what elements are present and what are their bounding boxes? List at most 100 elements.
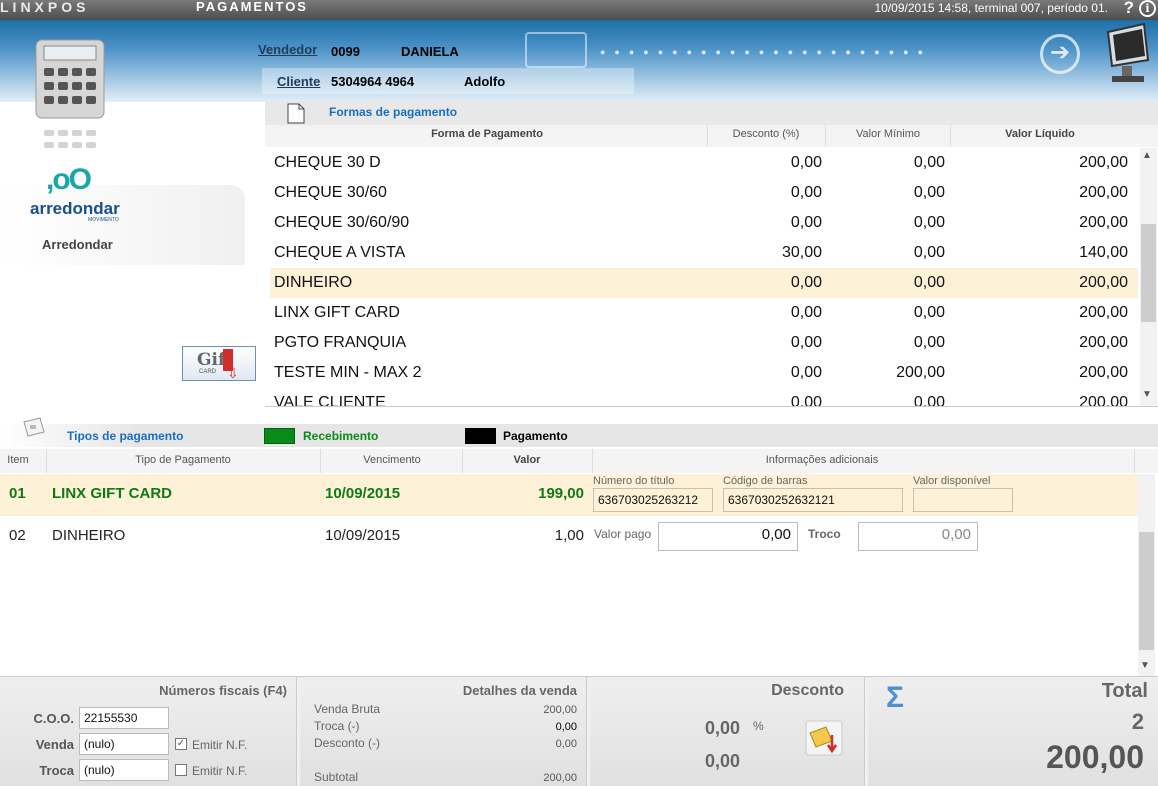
tipo-name: LINX GIFT CARD [52,485,172,502]
scroll-thumb[interactable] [1139,532,1154,650]
codigo-barras-field[interactable]: 6367030252632121 [723,488,903,512]
cliente-label: Cliente [277,74,321,89]
col-valor: Valor [513,454,541,466]
title-bar: LINXPOS PAGAMENTOS 10/09/2015 14:58, ter… [0,0,1158,20]
minimo-value: 200,00 [896,364,945,381]
vendedor-code: 0099 [331,44,360,59]
help-icon[interactable]: ? [1124,0,1134,18]
cliente-code: 5304964 4964 [331,74,415,89]
tipo-name: DINHEIRO [52,527,126,544]
troco-field[interactable]: 0,00 [858,522,978,551]
table-row[interactable]: 01 LINX GIFT CARD 10/09/2015 199,00 Núme… [0,474,1138,516]
tipos-scrollbar[interactable]: ▼ [1138,474,1155,676]
table-row[interactable]: CHEQUE A VISTA 30,00 0,00 140,00 [270,238,1138,268]
total-title: Total [1101,680,1148,702]
arredondar-label[interactable]: Arredondar [42,237,113,252]
troca-value: 0,00 [555,721,577,733]
forma-name: PGTO FRANQUIA [274,334,407,351]
col-separator [462,449,463,473]
col-forma: Forma de Pagamento [431,128,543,140]
info-icon[interactable]: i [1139,0,1156,17]
vendedor-label: Vendedor [258,42,318,57]
desconto-value: 0,00 [790,184,822,201]
table-row[interactable]: CHEQUE 30/60 0,00 0,00 200,00 [270,178,1138,208]
calculator-icon [35,39,105,119]
percent-sign: % [753,719,764,733]
liquido-value: 200,00 [1079,304,1128,321]
liquido-value: 200,00 [1079,214,1128,231]
valor-disponivel-field[interactable] [913,488,1013,512]
venda-field[interactable]: (nulo) [79,733,169,755]
venda-label: Venda [35,737,74,752]
minimo-value: 0,00 [913,244,945,261]
col-separator [1134,449,1135,473]
divider [265,406,1158,407]
cliente-name: Adolfo [464,74,506,89]
venda-emitir-checkbox[interactable]: ✓ [175,738,187,750]
next-arrow-icon[interactable]: ➔ [1040,34,1080,74]
troca-emitir-checkbox[interactable] [175,764,187,776]
arredondar-button[interactable]: ,oO arredondar MOVIMENTO [30,163,140,227]
gift-card-sub: CARD [199,369,217,375]
numero-titulo-field[interactable]: 636703025263212 [593,488,713,512]
desconto-panel: Desconto 0,00 % 0,00 [590,677,865,786]
formas-list: CHEQUE 30 D 0,00 0,00 200,00 CHEQUE 30/60 0,0… [265,148,1140,406]
scroll-down-icon[interactable]: ▼ [1142,389,1152,400]
troca-field[interactable]: (nulo) [79,759,169,781]
desconto-value: 0,00 [555,738,577,750]
minimo-value: 0,00 [913,214,945,231]
minimo-value: 0,00 [913,154,945,171]
table-row[interactable]: CHEQUE 30 D 0,00 0,00 200,00 [270,148,1138,178]
desconto-value: 30,00 [781,244,822,261]
codigo-barras-label: Código de barras [723,475,808,487]
table-row[interactable]: TESTE MIN - MAX 2 0,00 200,00 200,00 [270,358,1138,388]
valor-pago-field[interactable]: 0,00 [658,522,798,551]
col-separator [46,449,47,473]
formas-scrollbar[interactable]: ▲ ▼ [1140,148,1157,406]
gift-card-button[interactable]: Gift CARD ⇩ [182,346,256,381]
scroll-down-icon[interactable]: ▼ [1140,660,1150,671]
desconto-value: 0,00 [790,334,822,351]
minimo-value: 0,00 [913,304,945,321]
forma-name: CHEQUE A VISTA [274,244,406,261]
col-separator [592,449,593,473]
table-row[interactable]: 02 DINHEIRO 10/09/2015 1,00 Valor pago 0… [0,516,1138,558]
arredondar-sub: MOVIMENTO [88,217,119,223]
scroll-up-icon[interactable]: ▲ [1142,150,1152,161]
total-items: 2 [1131,709,1144,734]
col-tipo: Tipo de Pagamento [135,454,231,466]
desconto-button[interactable] [804,719,844,757]
desconto-value: 0,00 [790,214,822,231]
fiscais-title: Números fiscais (F4) [159,683,287,698]
minimo-value: 0,00 [913,274,945,291]
coo-label: C.O.O. [33,711,74,726]
liquido-value: 200,00 [1079,184,1128,201]
arredondar-brand: arredondar [30,199,120,218]
valor-disponivel-label: Valor disponível [913,475,991,487]
scroll-thumb[interactable] [1141,224,1156,322]
desconto-percent: 0,00 [705,718,741,738]
col-liquido: Valor Líquido [1005,128,1075,140]
table-row[interactable]: LINX GIFT CARD 0,00 0,00 200,00 [270,298,1138,328]
app-logo: LINXPOS [0,0,90,15]
valor-value: 199,00 [538,485,584,502]
formas-header: Formas de pagamento [265,101,1158,125]
table-row[interactable]: CHEQUE 30/60/90 0,00 0,00 200,00 [270,208,1138,238]
troco-label: Troco [808,527,841,541]
numero-titulo-label: Número do título [593,475,675,487]
valor-pago-label: Valor pago [594,527,652,541]
table-row[interactable]: DINHEIRO 0,00 0,00 200,00 [270,268,1138,298]
table-row[interactable]: VALE CLIENTE 0,00 0,00 200,00 [270,388,1138,406]
recebimento-swatch [264,428,295,444]
troca-label: Troca (-) [314,719,360,733]
col-separator [320,449,321,473]
coo-field[interactable]: 22155530 [79,707,169,729]
desconto-value: 0,00 [790,304,822,321]
subtotal-value: 200,00 [543,772,577,784]
col-minimo: Valor Mínimo [856,128,920,140]
pagamento-label: Pagamento [503,429,568,443]
table-row[interactable]: PGTO FRANQUIA 0,00 0,00 200,00 [270,328,1138,358]
numeros-fiscais-panel: Números fiscais (F4) C.O.O. 22155530 Ven… [0,677,297,786]
tipos-column-header: Item Tipo de Pagamento Vencimento Valor … [0,449,1158,473]
subtotal-label: Subtotal [314,770,359,784]
